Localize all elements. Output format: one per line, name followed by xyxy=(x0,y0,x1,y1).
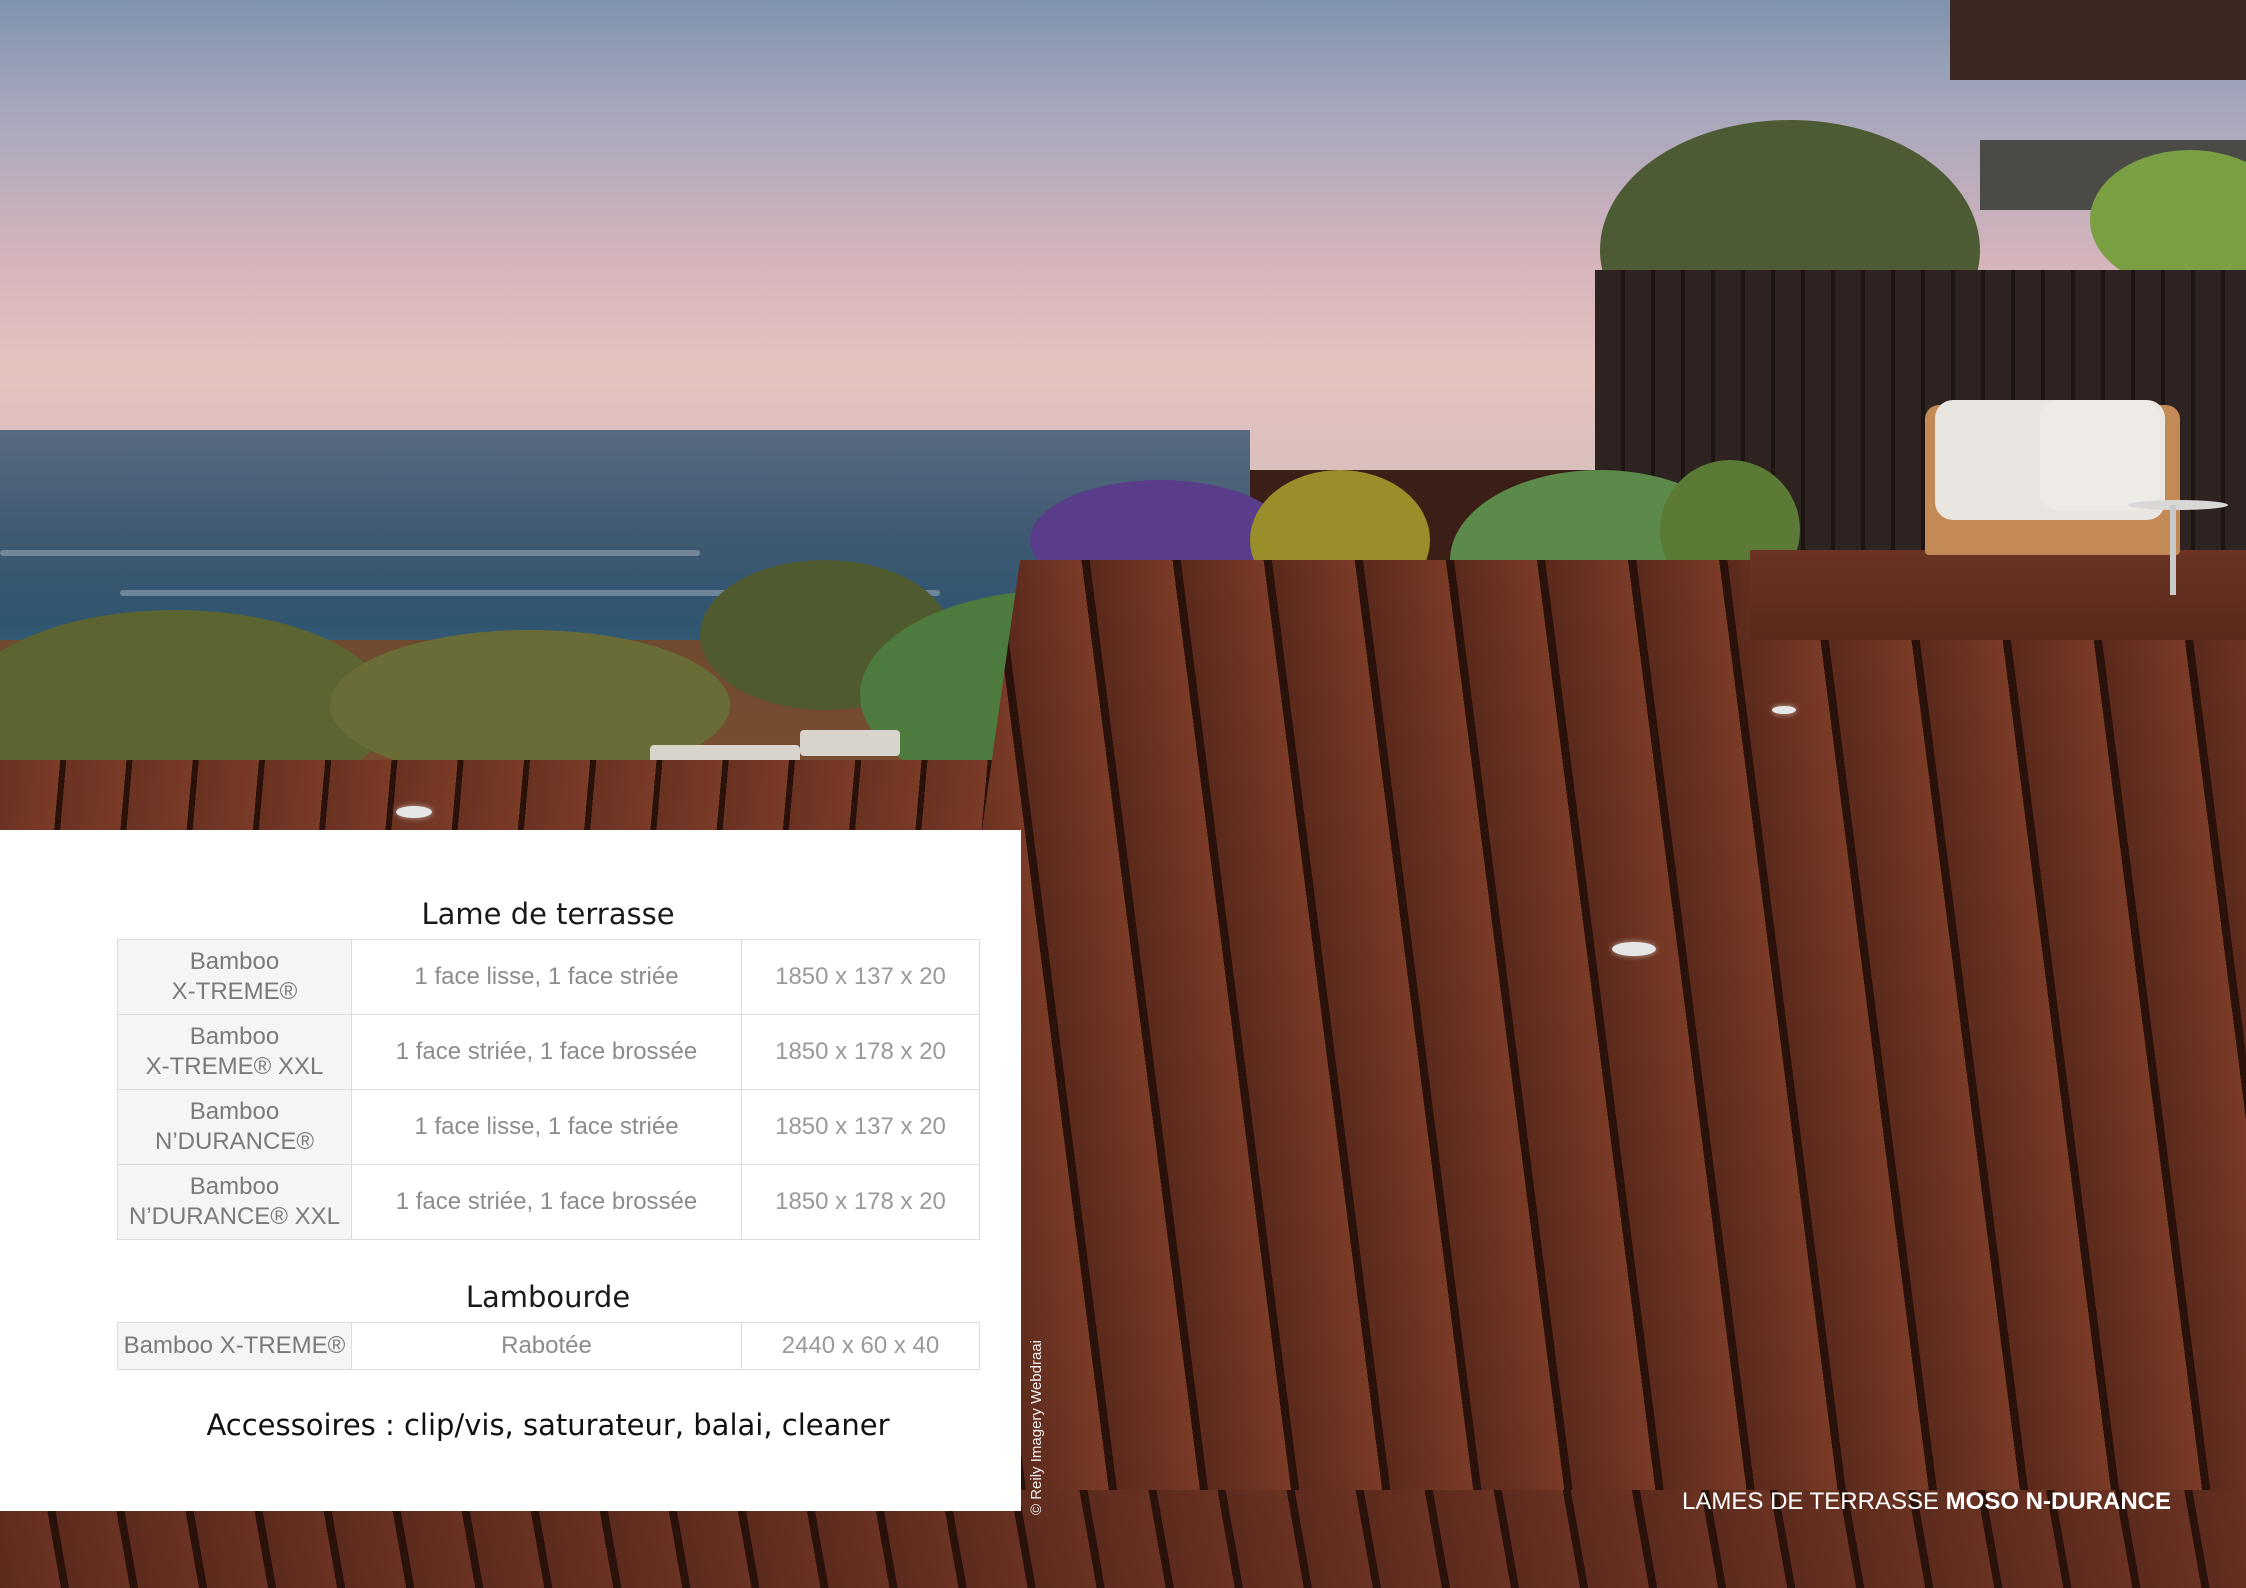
dimensions: 1850 x 137 x 20 xyxy=(741,939,980,1015)
boards-table: Bamboo X-TREME® 1 face lisse, 1 face stri… xyxy=(117,939,980,1240)
table-row: Bamboo N’DURANCE® XXL 1 face striée, 1 fa… xyxy=(117,1164,980,1240)
boards-section-title: Lame de terrasse xyxy=(421,897,675,931)
chair-back-cushion xyxy=(2040,400,2160,510)
joists-table: Bamboo X-TREME® Rabotée 2440 x 60 x 40 xyxy=(117,1322,980,1370)
page-caption: LAMES DE TERRASSE MOSO N-DURANCE xyxy=(1682,1488,2171,1516)
surface-finish: Rabotée xyxy=(351,1322,742,1370)
product-name: Bamboo N’DURANCE® xyxy=(117,1089,352,1165)
dimensions: 1850 x 137 x 20 xyxy=(741,1089,980,1165)
product-name: Bamboo N’DURANCE® XXL xyxy=(117,1164,352,1240)
surface-finish: 1 face striée, 1 face brossée xyxy=(351,1014,742,1090)
stepping-stone xyxy=(800,730,900,756)
caption-regular: LAMES DE TERRASSE xyxy=(1682,1488,1939,1515)
dimensions: 1850 x 178 x 20 xyxy=(741,1164,980,1240)
deck-light xyxy=(396,806,432,818)
surface-finish: 1 face lisse, 1 face striée xyxy=(351,939,742,1015)
product-name: Bamboo X-TREME® xyxy=(117,1322,352,1370)
bamboo-deck xyxy=(865,560,2246,1588)
table-row: Bamboo X-TREME® 1 face lisse, 1 face stri… xyxy=(117,939,980,1015)
dimensions: 1850 x 178 x 20 xyxy=(741,1014,980,1090)
side-table-leg xyxy=(2170,505,2176,595)
side-table xyxy=(2128,500,2228,510)
product-name: Bamboo X-TREME® XXL xyxy=(117,1014,352,1090)
caption-bold: MOSO N-DURANCE xyxy=(1945,1488,2171,1515)
deck-light xyxy=(1612,942,1656,956)
photo-credit: © Reily Imagery Webdraai xyxy=(1028,1339,1045,1515)
table-row: Bamboo X-TREME® Rabotée 2440 x 60 x 40 xyxy=(117,1322,980,1370)
product-name: Bamboo X-TREME® xyxy=(117,939,352,1015)
deck-light xyxy=(1772,706,1796,714)
surface-finish: 1 face striée, 1 face brossée xyxy=(351,1164,742,1240)
joists-section-title: Lambourde xyxy=(465,1280,631,1314)
dimensions: 2440 x 60 x 40 xyxy=(741,1322,980,1370)
accessories-line: Accessoires : clip/vis, saturateur, bala… xyxy=(206,1408,890,1442)
table-row: Bamboo X-TREME® XXL 1 face striée, 1 face… xyxy=(117,1014,980,1090)
table-row: Bamboo N’DURANCE® 1 face lisse, 1 face st… xyxy=(117,1089,980,1165)
surface-finish: 1 face lisse, 1 face striée xyxy=(351,1089,742,1165)
roof xyxy=(1950,0,2246,80)
lower-deck xyxy=(0,760,1030,840)
